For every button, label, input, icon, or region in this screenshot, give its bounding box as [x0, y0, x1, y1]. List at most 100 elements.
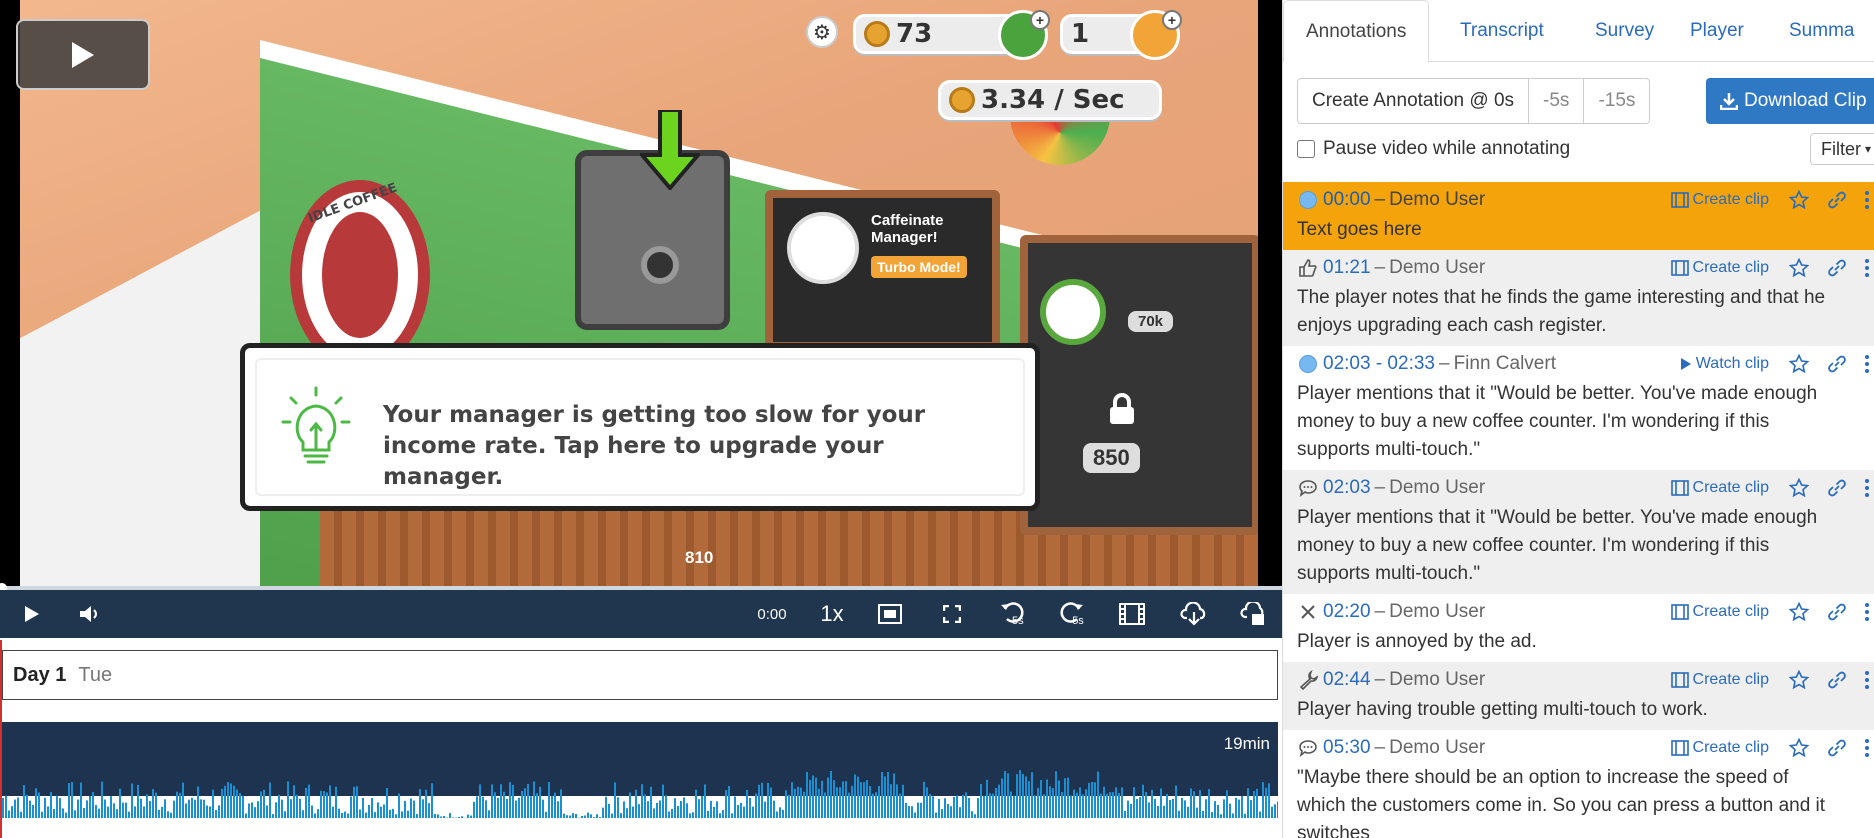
fullscreen-icon: [943, 605, 961, 623]
close-icon: [1297, 601, 1319, 623]
star-icon[interactable]: [1787, 668, 1811, 692]
download-clip-button[interactable]: [1176, 590, 1212, 638]
annotation-timestamp[interactable]: 05:30: [1323, 737, 1371, 759]
create-clip-button[interactable]: Create clip: [1670, 603, 1769, 621]
link-icon[interactable]: [1825, 352, 1849, 376]
annotation-timestamp[interactable]: 02:20: [1323, 601, 1371, 623]
playhead-marker: [0, 640, 2, 838]
more-options-icon[interactable]: [1863, 188, 1871, 212]
tab-annotations[interactable]: Annotations: [1283, 0, 1430, 63]
film-icon: [1670, 604, 1689, 620]
annotation-item[interactable]: 02:03 - 02:33 – Finn Calvert Watch clip …: [1283, 346, 1874, 470]
link-icon[interactable]: [1825, 600, 1849, 624]
add-cash-icon[interactable]: +: [1030, 10, 1050, 30]
create-clip-button[interactable]: Create clip: [1670, 739, 1769, 757]
upgrade-tooltip[interactable]: Your manager is getting too slow for you…: [240, 343, 1040, 511]
tab-summary[interactable]: Summa: [1767, 0, 1874, 62]
pause-checkbox[interactable]: [1297, 140, 1315, 158]
clip-button[interactable]: [1114, 590, 1150, 638]
annotation-item[interactable]: 02:20 – Demo User Create clip Player is …: [1283, 594, 1874, 662]
activity-timeline[interactable]: 19min: [2, 722, 1278, 818]
weekday-label: Tue: [78, 663, 113, 686]
rewind-5s-button[interactable]: -5s: [992, 590, 1032, 638]
volume-button[interactable]: [72, 590, 108, 638]
gear-icon[interactable]: ⚙: [806, 16, 838, 48]
lock-icon: [1110, 393, 1134, 424]
tab-survey[interactable]: Survey: [1573, 0, 1676, 62]
link-icon[interactable]: [1825, 668, 1849, 692]
more-options-icon[interactable]: [1863, 600, 1871, 624]
more-options-icon[interactable]: [1863, 476, 1871, 500]
cloud-download-icon: [1180, 602, 1206, 626]
day-label: Day 1: [13, 663, 67, 686]
star-icon[interactable]: [1787, 188, 1811, 212]
filter-dropdown[interactable]: Filter ▾: [1810, 133, 1874, 165]
status-dot-icon: [1297, 189, 1319, 211]
link-icon[interactable]: [1825, 736, 1849, 760]
create-clip-button[interactable]: Create clip: [1670, 671, 1769, 689]
tab-transcript[interactable]: Transcript: [1438, 0, 1566, 62]
tab-player[interactable]: Player: [1668, 0, 1766, 62]
play-button[interactable]: [14, 590, 50, 638]
more-options-icon[interactable]: [1863, 256, 1871, 280]
activity-waveform: [2, 770, 1278, 818]
annotation-item[interactable]: 02:03 – Demo User Create clip Player men…: [1283, 470, 1874, 594]
film-icon: [1670, 480, 1689, 496]
play-icon: [25, 606, 39, 622]
pause-label: Pause video while annotating: [1323, 138, 1571, 159]
annotation-text: Player mentions that it "Would be better…: [1297, 383, 1818, 460]
annotation-timestamp[interactable]: 02:44: [1323, 669, 1371, 691]
price-850: 850: [1083, 443, 1140, 473]
more-options-icon[interactable]: [1863, 668, 1871, 692]
more-options-icon[interactable]: [1863, 352, 1871, 376]
more-options-icon[interactable]: [1863, 736, 1871, 760]
fullscreen-button[interactable]: [934, 590, 970, 638]
clip-action-label: Watch clip: [1695, 355, 1769, 372]
share-clip-button[interactable]: [1236, 590, 1272, 638]
playback-rate-button[interactable]: 1x: [812, 590, 852, 638]
star-icon[interactable]: [1787, 600, 1811, 624]
annotations-panel: Annotations Transcript Survey Player Sum…: [1282, 0, 1874, 838]
back-5s-button[interactable]: -5s: [1529, 78, 1585, 124]
day-bar[interactable]: Day 1 Tue: [2, 650, 1278, 700]
annotation-item[interactable]: 01:21 – Demo User Create clip The player…: [1283, 250, 1874, 346]
annotation-actions: Create clip: [1670, 734, 1874, 762]
watch-clip-button[interactable]: Watch clip: [1680, 355, 1769, 373]
clip-action-label: Create clip: [1692, 259, 1769, 276]
forward-5s-button[interactable]: 5s: [1052, 590, 1092, 638]
create-annotation-button[interactable]: Create Annotation @ 0s: [1297, 78, 1530, 124]
annotation-timestamp[interactable]: 02:03 - 02:33: [1323, 353, 1435, 375]
star-icon[interactable]: [1787, 352, 1811, 376]
film-icon: [1670, 740, 1689, 756]
annotation-user: Demo User: [1389, 669, 1486, 690]
chevron-down-icon: ▾: [1865, 142, 1872, 156]
link-icon[interactable]: [1825, 256, 1849, 280]
annotation-item[interactable]: 05:30 – Demo User Create clip "Maybe the…: [1283, 730, 1874, 838]
back-15s-button[interactable]: -15s: [1584, 78, 1651, 124]
create-annotation-group: Create Annotation @ 0s -5s -15s: [1297, 78, 1651, 124]
create-clip-button[interactable]: Create clip: [1670, 191, 1769, 209]
video-player[interactable]: IDLE COFFEE Caffeinate Manager! Turbo Mo…: [0, 0, 1282, 588]
annotation-timestamp[interactable]: 01:21: [1323, 257, 1371, 279]
annotation-timestamp[interactable]: 00:00: [1323, 189, 1371, 211]
link-icon[interactable]: [1825, 188, 1849, 212]
big-play-button[interactable]: [16, 19, 150, 90]
add-gold-icon[interactable]: +: [1162, 10, 1182, 30]
star-icon[interactable]: [1787, 476, 1811, 500]
download-clip-button[interactable]: Download Clip: [1706, 78, 1874, 124]
annotation-separator: –: [1374, 477, 1386, 498]
price-810: 810: [685, 548, 714, 567]
star-icon[interactable]: [1787, 736, 1811, 760]
current-time: 0:00: [757, 605, 787, 623]
pip-button[interactable]: [872, 590, 908, 638]
coffee-cup-icon: [1040, 279, 1106, 345]
star-icon[interactable]: [1787, 256, 1811, 280]
create-clip-button[interactable]: Create clip: [1670, 259, 1769, 277]
annotation-item[interactable]: 02:44 – Demo User Create clip Player hav…: [1283, 662, 1874, 730]
annotation-item[interactable]: 00:00 – Demo User Create clip Text goes …: [1283, 182, 1874, 250]
create-clip-button[interactable]: Create clip: [1670, 479, 1769, 497]
annotation-separator: –: [1438, 353, 1450, 374]
link-icon[interactable]: [1825, 476, 1849, 500]
annotation-timestamp[interactable]: 02:03: [1323, 477, 1371, 499]
play-icon: [1680, 358, 1691, 370]
